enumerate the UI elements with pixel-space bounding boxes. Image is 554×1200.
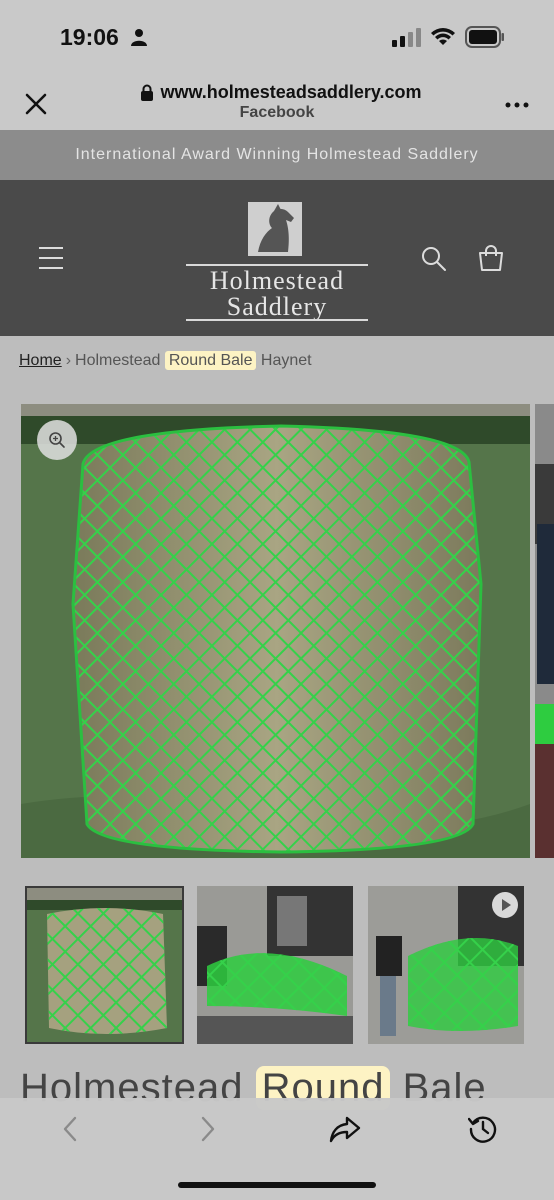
url-source: Facebook xyxy=(239,104,315,121)
history-icon xyxy=(468,1116,497,1143)
more-icon[interactable] xyxy=(505,102,529,108)
logo-divider xyxy=(186,319,368,321)
url-text: www.holmesteadsaddlery.com xyxy=(160,82,422,102)
status-bar: 19:06 xyxy=(0,0,554,72)
breadcrumb-current-part2: Haynet xyxy=(260,352,312,369)
battery-icon xyxy=(465,26,504,48)
share-icon xyxy=(329,1116,361,1143)
next-image-photo xyxy=(535,404,554,858)
breadcrumb-current-part1: Holmestead xyxy=(75,352,161,369)
announcement-text: International Award Winning Holmestead S… xyxy=(75,146,479,163)
horse-logo-icon xyxy=(248,202,302,256)
next-image-peek[interactable] xyxy=(535,404,554,858)
breadcrumb-highlight: Round Bale xyxy=(164,351,257,370)
menu-icon[interactable] xyxy=(38,246,64,270)
search-icon[interactable] xyxy=(421,246,447,272)
thumbnail-2[interactable] xyxy=(197,886,353,1044)
home-indicator xyxy=(178,1182,376,1188)
play-icon[interactable] xyxy=(491,891,519,919)
zoom-button[interactable] xyxy=(37,420,77,460)
browser-toolbar xyxy=(0,1098,554,1200)
breadcrumb-separator: › xyxy=(65,352,72,369)
share-button[interactable] xyxy=(325,1112,365,1146)
signal-icon xyxy=(392,28,421,47)
logo[interactable]: Holmestead Saddlery xyxy=(180,202,374,321)
browser-header: www.holmesteadsaddlery.com Facebook xyxy=(0,72,554,130)
back-button[interactable] xyxy=(50,1112,90,1146)
thumbnail-shop-photo xyxy=(197,886,353,1044)
forward-icon xyxy=(201,1116,215,1142)
lock-icon xyxy=(141,84,154,101)
back-icon xyxy=(63,1116,77,1142)
url-bar[interactable]: www.holmesteadsaddlery.com xyxy=(116,82,446,103)
announcement-bar: International Award Winning Holmestead S… xyxy=(0,130,554,180)
breadcrumb: Home › Holmestead Round Bale Haynet xyxy=(19,351,312,370)
wifi-icon xyxy=(431,28,455,45)
breadcrumb-home-link[interactable]: Home xyxy=(19,352,62,369)
person-icon xyxy=(131,29,147,46)
forward-button[interactable] xyxy=(188,1112,228,1146)
site-header: Holmestead Saddlery xyxy=(0,180,554,336)
thumbnail-1[interactable] xyxy=(25,886,184,1044)
product-main-image[interactable] xyxy=(21,404,530,858)
logo-text-line2: Saddlery xyxy=(226,292,328,321)
zoom-icon xyxy=(49,432,65,448)
cart-icon[interactable] xyxy=(477,244,505,272)
thumbnail-bale-photo xyxy=(27,888,182,1042)
hay-bale-photo xyxy=(21,404,530,858)
history-button[interactable] xyxy=(463,1112,503,1146)
status-time: 19:06 xyxy=(60,24,119,50)
